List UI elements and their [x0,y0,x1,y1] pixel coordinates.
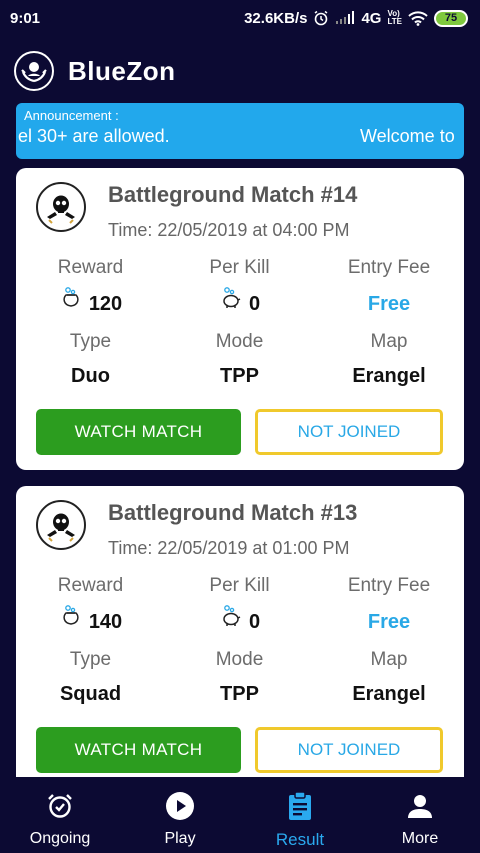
match-card[interactable]: Battleground Match #13 Time: 22/05/2019 … [16,486,464,788]
alarm-check-icon [46,791,74,821]
mode-label: Mode [215,649,264,670]
match-title: Battleground Match #13 [108,500,358,525]
match-title: Battleground Match #14 [108,182,358,207]
nav-more-label: More [401,830,439,847]
watch-match-button[interactable]: WATCH MATCH [36,727,241,773]
alarm-icon [313,10,329,26]
match-time: Time: 22/05/2019 at 04:00 PM [108,220,350,240]
battery-indicator: 75 [434,9,468,27]
match-header: Battleground Match #14 Time: 22/05/2019 … [36,182,357,241]
skull-guns-icon [36,500,86,550]
volte-bottom: LTE [387,17,402,26]
map-label: Map [370,331,408,352]
type-label: Type [69,649,112,670]
nav-result[interactable]: Result [240,777,360,853]
nav-result-label: Result [275,830,325,849]
reward-label: Reward [57,575,124,596]
match-stats: Reward Per Kill Entry Fee 140 0 Free Typ… [16,572,464,712]
match-stats: Reward Per Kill Entry Fee 120 0 Free Typ… [16,254,464,394]
person-icon [407,791,433,821]
app-bar: BlueZon [0,46,480,96]
bottom-nav: Ongoing Play Result More [0,777,480,853]
per-kill-label: Per Kill [209,575,270,596]
not-joined-button[interactable]: NOT JOINED [255,727,443,773]
announcement-text-right: Welcome to [360,126,455,146]
reward-label: Reward [57,257,124,278]
map-label: Map [370,649,408,670]
status-bar: 9:01 32.6KB/s 4G Vo) LTE 75 [0,0,480,36]
wifi-icon [408,10,428,26]
type-label: Type [69,331,112,352]
volte-badge: Vo) LTE [387,10,402,26]
map-value: Erangel [352,683,426,705]
match-card[interactable]: Battleground Match #14 Time: 22/05/2019 … [16,168,464,470]
clipboard-icon [287,791,313,821]
reward-value: 120 [88,293,123,315]
piggy-bank-icon [219,602,243,642]
nav-play-label: Play [164,830,196,847]
announcement-label: Announcement : [24,108,119,123]
mode-value: TPP [220,365,259,387]
person-hands-icon [14,51,54,91]
announcement-banner: Announcement : el 30+ are allowed. Welco… [16,103,464,159]
map-value: Erangel [352,365,426,387]
nav-play[interactable]: Play [120,777,240,853]
match-time: Time: 22/05/2019 at 01:00 PM [108,538,350,558]
signal-icon [335,11,355,25]
type-value: Duo [71,365,110,387]
mode-label: Mode [215,331,264,352]
play-circle-icon [165,791,195,821]
per-kill-value: 0 [248,293,261,315]
entry-fee-value: Free [367,611,411,633]
coin-bag-icon [59,284,83,324]
coin-bag-icon [59,602,83,642]
nav-ongoing[interactable]: Ongoing [0,777,120,853]
match-header: Battleground Match #13 Time: 22/05/2019 … [36,500,357,559]
type-value: Squad [59,683,122,705]
reward-value: 140 [88,611,123,633]
entry-fee-label: Entry Fee [347,575,431,596]
skull-guns-icon [36,182,86,232]
per-kill-label: Per Kill [209,257,270,278]
status-time: 9:01 [10,9,41,27]
mode-value: TPP [220,683,259,705]
net-speed: 32.6KB/s [244,9,308,27]
entry-fee-value: Free [367,293,411,315]
app-title: BlueZon [68,55,176,86]
announcement-text-left: el 30+ are allowed. [18,126,170,146]
nav-ongoing-label: Ongoing [29,830,91,847]
network-type: 4G [361,9,382,27]
watch-match-button[interactable]: WATCH MATCH [36,409,241,455]
not-joined-button[interactable]: NOT JOINED [255,409,443,455]
nav-more[interactable]: More [360,777,480,853]
status-indicators: 32.6KB/s 4G Vo) LTE 75 [244,9,468,27]
entry-fee-label: Entry Fee [347,257,431,278]
per-kill-value: 0 [248,611,261,633]
announcement-marquee: el 30+ are allowed. Welcome to [18,126,456,152]
piggy-bank-icon [219,284,243,324]
